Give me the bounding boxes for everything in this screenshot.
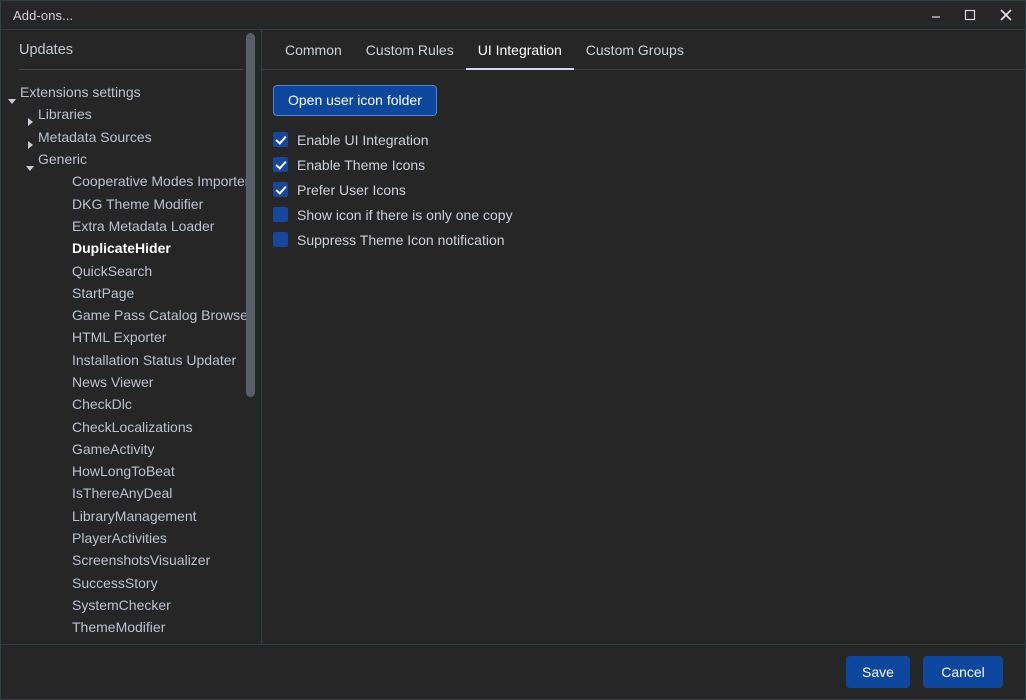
sidebar-tree-item-label: Generic [38,151,88,168]
sidebar-tree-item-label: ScreenshotsVisualizer [72,552,211,569]
tab-common[interactable]: Common [273,42,354,69]
sidebar-tree-item[interactable]: LibraryManagement [1,505,261,527]
sidebar-scrollbar[interactable] [246,33,255,644]
checkbox-row[interactable]: Prefer User Icons [273,177,1025,202]
sidebar-tree-item[interactable]: Cooperative Modes Importer [1,170,261,192]
sidebar-tree-item-label: PlayerActivities [72,530,167,547]
save-button[interactable]: Save [846,656,910,688]
window-title: Add-ons... [13,7,74,23]
sidebar-tree-item-label: HowLongToBeat [72,463,175,480]
sidebar-tree-item[interactable]: CheckDlc [1,393,261,415]
sidebar-tree-item[interactable]: Extra Metadata Loader [1,215,261,237]
cancel-button[interactable]: Cancel [923,656,1003,688]
minimize-icon[interactable] [919,1,953,29]
sidebar-tree-item[interactable]: HowLongToBeat [1,460,261,482]
sidebar-tree-item[interactable]: IsThereAnyDeal [1,482,261,504]
sidebar-tree-item-label: LibraryManagement [72,507,197,524]
sidebar-tree-item[interactable]: Extensions settings [1,81,261,105]
sidebar-tree-item-label: IsThereAnyDeal [72,485,173,502]
sidebar-tree-item[interactable]: QuickSearch [1,259,261,281]
sidebar-tree-item-label: DKG Theme Modifier [72,195,204,212]
maximize-icon[interactable] [953,1,987,29]
sidebar-tree-item[interactable]: SystemChecker [1,594,261,616]
sidebar-tree-item[interactable]: SuccessStory [1,572,261,594]
sidebar-tree-item[interactable]: News Viewer [1,371,261,393]
sidebar-tree-item-label: Installation Status Updater [72,351,237,368]
checkbox-checked-icon[interactable] [273,132,288,147]
sidebar-tree-item-label: Libraries [38,106,92,123]
sidebar-tree-item[interactable]: Metadata Sources [1,126,261,149]
sidebar-tree-item-label: SystemChecker [72,596,171,613]
checkbox-row[interactable]: Enable UI Integration [273,127,1025,152]
sidebar-tree-item[interactable]: DuplicateHider [1,237,261,259]
sidebar-tree-item[interactable]: StartPage [1,282,261,304]
sidebar-tree-item-label: DuplicateHider [72,240,171,257]
title-bar: Add-ons... [1,1,1025,30]
sidebar-tree-item-label: CheckDlc [72,396,132,413]
addons-window: Add-ons... Updates Extensions settings Li… [0,0,1026,700]
content-area: Common Custom Rules UI Integration Custom G… [262,30,1025,644]
footer-bar: Save Cancel [1,644,1025,699]
sidebar-tree-item-label: Extensions settings [20,84,141,101]
tab-ui-integration[interactable]: UI Integration [465,42,574,70]
checkbox-unchecked-icon[interactable] [273,207,288,222]
sidebar-tree-item-label: QuickSearch [72,262,153,279]
sidebar-tree-item[interactable]: PlayerActivities [1,527,261,549]
checkbox-label: Enable Theme Icons [297,156,426,173]
sidebar-tree-item-label: ThemeModifier [72,619,166,636]
sidebar-item-updates[interactable]: Updates [1,30,261,69]
sidebar-tree-item[interactable]: Generic [1,148,261,172]
sidebar-inner: Updates Extensions settings Libraries Meta… [1,30,261,644]
sidebar-tree-item-label: Cooperative Modes Importer [72,173,250,190]
checkbox-list: Enable UI Integration Enable Theme Icons P… [273,127,1025,252]
sidebar-tree-item[interactable]: ScreenshotsVisualizer [1,549,261,571]
tab-custom-groups[interactable]: Custom Groups [574,42,696,69]
sidebar-tree-item-label: Metadata Sources [38,128,152,145]
sidebar-scrollbar-thumb[interactable] [246,33,255,397]
checkbox-row[interactable]: Suppress Theme Icon notification [273,227,1025,252]
extensions-tree: Extensions settings Libraries Metadata Sou… [1,70,261,638]
sidebar-tree-item[interactable]: Installation Status Updater [1,349,261,371]
checkbox-checked-icon[interactable] [273,157,288,172]
close-icon[interactable] [987,1,1025,29]
sidebar-tree-item[interactable]: Libraries [1,103,261,127]
sidebar-tree-item[interactable]: CheckLocalizations [1,415,261,437]
checkbox-unchecked-icon[interactable] [273,232,288,247]
checkbox-label: Show icon if there is only one copy [297,206,513,223]
sidebar-tree-item-label: GameActivity [72,440,155,457]
checkbox-row[interactable]: Show icon if there is only one copy [273,202,1025,227]
checkbox-label: Enable UI Integration [297,131,429,148]
sidebar-tree-item-label: Game Pass Catalog Browser [72,307,253,324]
ui-integration-panel: Open user icon folder Enable UI Integrat… [262,70,1025,644]
sidebar-tree-item-label: CheckLocalizations [72,418,193,435]
sidebar-tree-item[interactable]: DKG Theme Modifier [1,192,261,214]
sidebar-tree-item-label: HTML Exporter [72,329,167,346]
checkbox-label: Prefer User Icons [297,181,406,198]
checkbox-row[interactable]: Enable Theme Icons [273,152,1025,177]
sidebar-tree-item[interactable]: GameActivity [1,438,261,460]
sidebar-tree-item[interactable]: ThemeModifier [1,616,261,638]
sidebar-tree-item-label: Extra Metadata Loader [72,217,215,234]
checkbox-checked-icon[interactable] [273,182,288,197]
sidebar-tree-item-label: News Viewer [72,374,154,390]
checkbox-label: Suppress Theme Icon notification [297,231,505,248]
open-user-icon-folder-button[interactable]: Open user icon folder [273,85,437,116]
sidebar-tree-item-label: SuccessStory [72,574,158,591]
sidebar-tree-item[interactable]: HTML Exporter [1,326,261,348]
window-body: Updates Extensions settings Libraries Meta… [1,30,1025,644]
tab-bar: Common Custom Rules UI Integration Custom G… [262,30,1025,70]
sidebar-tree-item-label: StartPage [72,284,135,301]
sidebar: Updates Extensions settings Libraries Meta… [1,30,262,644]
tab-custom-rules[interactable]: Custom Rules [354,42,466,69]
sidebar-tree-item[interactable]: Game Pass Catalog Browser [1,304,261,326]
